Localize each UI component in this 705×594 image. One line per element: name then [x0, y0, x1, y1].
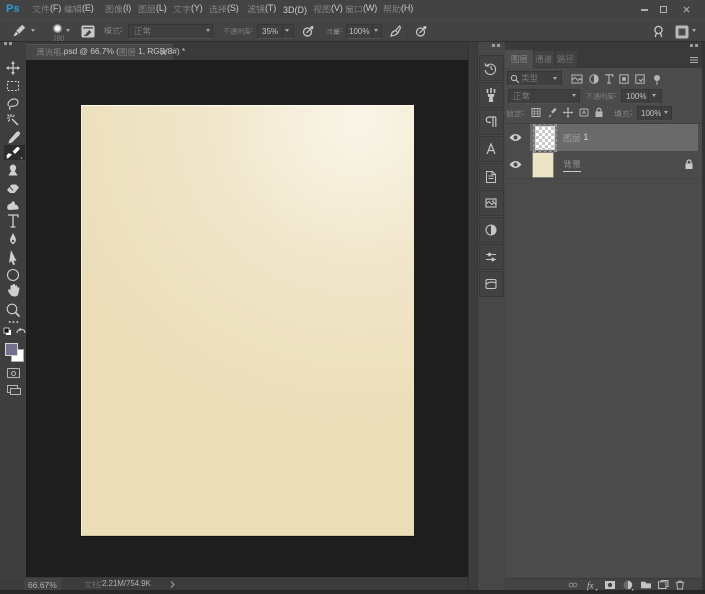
svg-text:fx: fx — [587, 581, 594, 591]
